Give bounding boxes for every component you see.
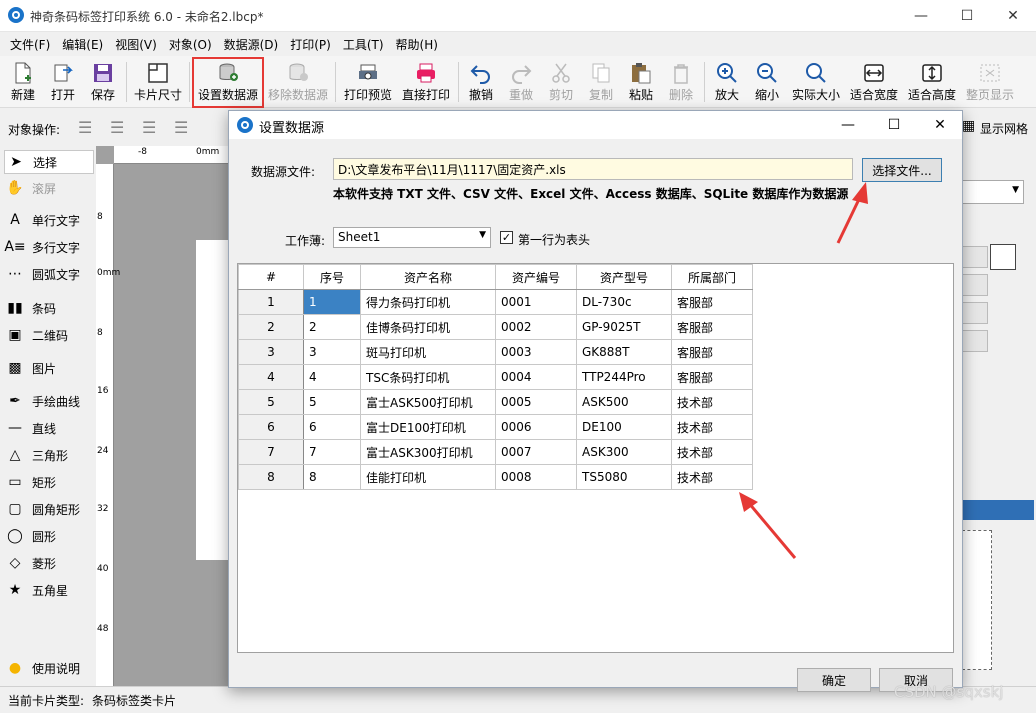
annotation-arrows bbox=[739, 182, 868, 559]
arrow-to-table bbox=[739, 492, 797, 559]
watermark: CSDN @sqxskj bbox=[894, 683, 1004, 701]
arrow-to-choose-file bbox=[836, 182, 868, 244]
